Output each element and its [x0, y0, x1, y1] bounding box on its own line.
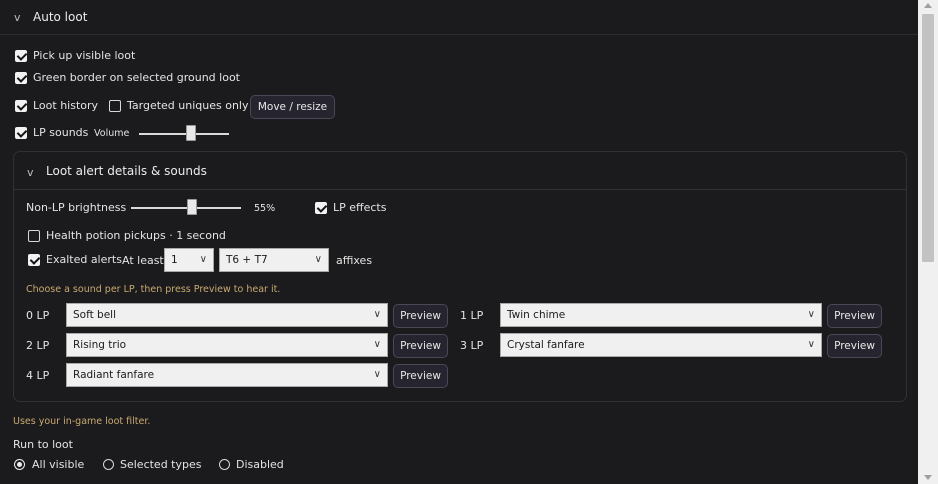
lp-0-label: 0 LP — [26, 309, 50, 322]
chevron-down-icon: ∨ — [373, 369, 381, 380]
run-to-loot-label: Run to loot — [13, 438, 73, 451]
chevron-down-icon: ∨ — [373, 309, 381, 320]
exalted-alerts-checkbox[interactable] — [28, 254, 40, 266]
chevron-down-icon[interactable]: v — [14, 11, 21, 24]
health-potion-label: Health potion pickups · 1 second — [46, 229, 226, 242]
at-least-select[interactable]: 1 ∨ — [164, 248, 214, 272]
chevron-down-icon: ∨ — [314, 254, 322, 265]
lp-1-sound-select[interactable]: Twin chime ∨ — [500, 303, 822, 327]
exalted-alerts-label: Exalted alerts — [46, 253, 122, 266]
header-divider — [0, 34, 918, 35]
chevron-down-icon: ∨ — [807, 339, 815, 350]
lp-effects-label: LP effects — [333, 201, 387, 214]
at-least-value: 1 — [171, 254, 178, 266]
lp-3-sound-select[interactable]: Crystal fanfare ∨ — [500, 333, 822, 357]
radio-disabled[interactable] — [219, 459, 230, 470]
health-potion-checkbox[interactable] — [28, 230, 40, 242]
tier-select[interactable]: T6 + T7 ∨ — [219, 248, 329, 272]
lp-3-label: 3 LP — [460, 339, 484, 352]
section-title[interactable]: Auto loot — [33, 10, 87, 24]
lp-3-preview-button[interactable]: Preview — [827, 334, 882, 358]
chevron-down-icon: ∨ — [199, 254, 207, 265]
at-least-label: At least — [122, 254, 164, 267]
pick-up-visible-loot-checkbox[interactable] — [15, 50, 27, 62]
lp-4-preview-button[interactable]: Preview — [393, 364, 448, 388]
alert-section-divider — [14, 189, 906, 190]
lp-3-sound-value: Crystal fanfare — [507, 339, 585, 351]
brightness-value: 55% — [254, 203, 276, 214]
targeted-uniques-checkbox[interactable] — [109, 100, 121, 112]
affixes-label: affixes — [336, 254, 373, 267]
lp-sounds-label: LP sounds — [33, 126, 89, 139]
lp-0-preview-button[interactable]: Preview — [393, 304, 448, 328]
lp-2-sound-value: Rising trio — [73, 339, 127, 351]
volume-label: Volume — [94, 128, 130, 139]
lp-4-label: 4 LP — [26, 369, 50, 382]
filter-note: Uses your in-game loot filter. — [13, 416, 151, 427]
loot-history-label: Loot history — [33, 99, 99, 112]
lp-2-label: 2 LP — [26, 339, 50, 352]
radio-disabled-label: Disabled — [236, 458, 284, 471]
lp-1-preview-button[interactable]: Preview — [827, 304, 882, 328]
lp-2-preview-button[interactable]: Preview — [393, 334, 448, 358]
lp-4-sound-select[interactable]: Radiant fanfare ∨ — [66, 363, 388, 387]
lp-0-sound-value: Soft bell — [73, 309, 117, 321]
lp-0-sound-select[interactable]: Soft bell ∨ — [66, 303, 388, 327]
lp-2-sound-select[interactable]: Rising trio ∨ — [66, 333, 388, 357]
volume-slider-thumb[interactable] — [186, 125, 197, 141]
chevron-down-icon: ∨ — [373, 339, 381, 350]
scrollbar-thumb[interactable] — [922, 14, 934, 262]
scroll-up-arrow-icon[interactable] — [924, 3, 932, 8]
volume-slider[interactable] — [139, 133, 229, 135]
sound-hint: Choose a sound per LP, then press Previe… — [26, 284, 281, 295]
scroll-down-arrow-icon[interactable] — [924, 475, 932, 480]
chevron-down-icon: ∨ — [807, 309, 815, 320]
pick-up-visible-loot-label: Pick up visible loot — [33, 49, 136, 62]
tier-value: T6 + T7 — [226, 254, 268, 266]
brightness-slider-thumb[interactable] — [186, 199, 197, 215]
alert-section-title[interactable]: Loot alert details & sounds — [46, 164, 207, 178]
lp-1-sound-value: Twin chime — [507, 309, 566, 321]
radio-all-visible-label: All visible — [32, 458, 85, 471]
radio-selected-types-label: Selected types — [120, 458, 202, 471]
targeted-uniques-label: Targeted uniques only — [127, 99, 249, 112]
move-resize-button[interactable]: Move / resize — [250, 95, 335, 119]
lp-sounds-checkbox[interactable] — [15, 127, 27, 139]
brightness-label: Non-LP brightness — [26, 201, 127, 214]
lp-1-label: 1 LP — [460, 309, 484, 322]
lp-effects-checkbox[interactable] — [315, 202, 327, 214]
chevron-down-icon[interactable]: v — [27, 166, 34, 179]
green-border-label: Green border on selected ground loot — [33, 71, 240, 84]
radio-all-visible[interactable] — [14, 459, 25, 470]
loot-history-checkbox[interactable] — [15, 100, 27, 112]
radio-selected-types[interactable] — [103, 459, 114, 470]
green-border-checkbox[interactable] — [15, 72, 27, 84]
lp-4-sound-value: Radiant fanfare — [73, 369, 155, 381]
